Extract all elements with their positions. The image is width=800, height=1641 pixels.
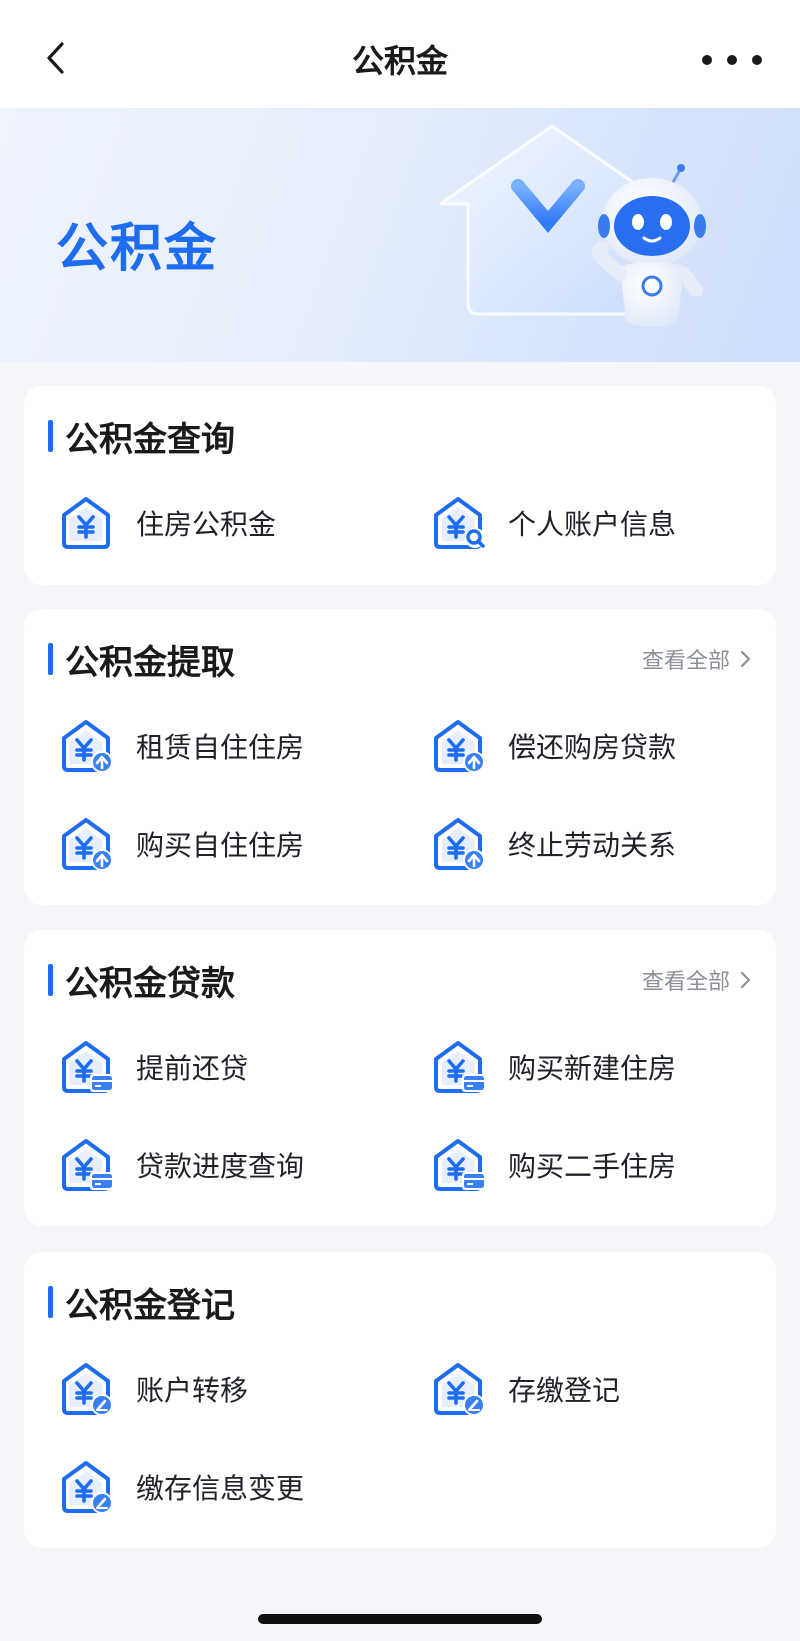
section-title: 公积金贷款 [65, 963, 235, 1004]
view-all-label: 查看全部 [641, 649, 730, 674]
item-label: 个人账户信息 [508, 508, 677, 541]
more-button[interactable] [694, 44, 770, 76]
item-label: 偿还购房贷款 [508, 731, 677, 764]
house-yuan-edit-icon [434, 1363, 485, 1416]
item-label: 购买新建住房 [508, 1052, 677, 1085]
robot-house-illustration [440, 124, 706, 327]
item-loan-progress[interactable]: 贷款进度查询 [56, 1132, 304, 1198]
section-registration-card: 公积金登记 账户转移 存缴登记 缴存信息变更 [24, 1252, 776, 1548]
house-yuan-upload-icon [62, 818, 113, 871]
chevron-right-icon [740, 650, 751, 668]
chevron-right-icon [740, 971, 751, 989]
item-label: 购买二手住房 [508, 1150, 677, 1183]
banner: 公积金 [0, 108, 800, 362]
house-yuan-icon [62, 497, 110, 549]
navigation-bar: 公积金 [0, 0, 800, 108]
title-accent-bar [48, 420, 53, 452]
item-label: 缴存信息变更 [136, 1472, 305, 1505]
item-terminate-labor[interactable]: 终止劳动关系 [428, 811, 676, 877]
house-yuan-upload-icon [434, 720, 485, 773]
section-title: 公积金查询 [65, 419, 235, 460]
item-label: 终止劳动关系 [508, 829, 677, 862]
house-yuan-card-icon [434, 1139, 486, 1191]
house-yuan-card-icon [62, 1139, 114, 1191]
title-accent-bar [48, 964, 53, 996]
item-rent-housing[interactable]: 租赁自住住房 [56, 713, 304, 779]
item-buy-housing[interactable]: 购买自住住房 [56, 811, 304, 877]
house-yuan-edit-icon [62, 1363, 113, 1416]
item-early-repayment[interactable]: 提前还贷 [56, 1034, 248, 1100]
item-label: 贷款进度查询 [136, 1150, 305, 1183]
item-housing-fund[interactable]: 住房公积金 [56, 490, 276, 556]
item-account-transfer[interactable]: 账户转移 [56, 1356, 248, 1422]
item-label: 存缴登记 [508, 1374, 621, 1407]
title-accent-bar [48, 1286, 53, 1318]
section-query-card: 公积金查询 住房公积金 个人账户信息 [24, 386, 776, 585]
item-personal-account[interactable]: 个人账户信息 [428, 490, 676, 556]
house-yuan-edit-icon [62, 1461, 113, 1514]
house-yuan-upload-icon [434, 818, 485, 871]
item-label: 住房公积金 [136, 508, 277, 541]
home-indicator[interactable] [258, 1614, 542, 1624]
item-deposit-registration[interactable]: 存缴登记 [428, 1356, 620, 1422]
house-yuan-card-icon [62, 1041, 114, 1093]
banner-title: 公积金 [56, 219, 219, 279]
house-yuan-card-icon [434, 1041, 486, 1093]
view-all-label: 查看全部 [641, 970, 730, 995]
view-all-link[interactable]: 查看全部 [642, 964, 752, 996]
house-yuan-upload-icon [62, 720, 113, 773]
section-loan-card: 公积金贷款 查看全部 提前还贷 购买新建住房 贷款进度查询 购买二手住房 [24, 930, 776, 1226]
page-title: 公积金 [351, 42, 448, 80]
item-buy-new-housing[interactable]: 购买新建住房 [428, 1034, 676, 1100]
item-deposit-info-change[interactable]: 缴存信息变更 [56, 1454, 304, 1520]
item-label: 租赁自住住房 [136, 731, 305, 764]
view-all-link[interactable]: 查看全部 [642, 643, 752, 675]
section-withdrawal-card: 公积金提取 查看全部 租赁自住住房 偿还购房贷款 购买自住住房 终止劳动关系 [24, 609, 776, 905]
more-dots-icon [702, 55, 762, 65]
item-buy-secondhand-housing[interactable]: 购买二手住房 [428, 1132, 676, 1198]
title-accent-bar [48, 643, 53, 675]
item-repay-loan[interactable]: 偿还购房贷款 [428, 713, 676, 779]
section-title: 公积金登记 [65, 1285, 235, 1326]
house-yuan-search-icon [434, 497, 485, 549]
item-label: 账户转移 [136, 1374, 249, 1407]
item-label: 提前还贷 [136, 1052, 249, 1085]
section-title: 公积金提取 [65, 642, 235, 683]
item-label: 购买自住住房 [136, 829, 305, 862]
